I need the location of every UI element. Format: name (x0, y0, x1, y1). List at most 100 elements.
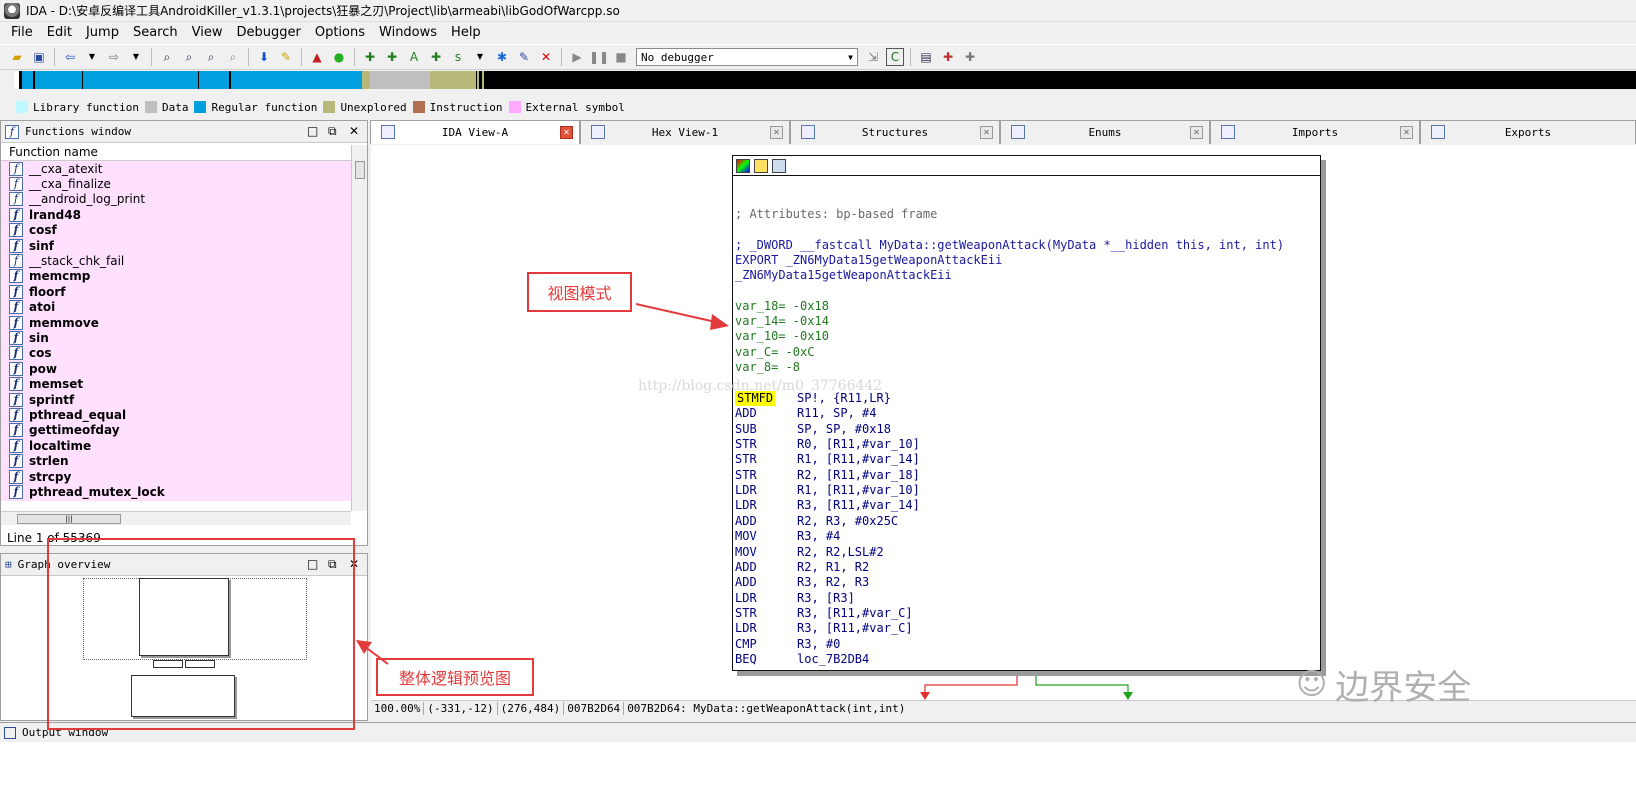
add-breakpoint-icon[interactable]: ✚ (939, 48, 957, 66)
stop-icon[interactable]: ■ (612, 48, 630, 66)
instruction-operands[interactable]: SP, SP, #0x18 (797, 422, 891, 437)
create-array-icon[interactable]: ✚ (427, 48, 445, 66)
breakpoints-icon[interactable]: ▤ (917, 48, 935, 66)
instruction-operands[interactable]: R3, [R11,#var_C] (797, 606, 913, 621)
instruction-mnemonic[interactable]: BEQ (735, 652, 757, 667)
create-struct-icon[interactable]: ✚ (383, 48, 401, 66)
close-icon[interactable]: ✕ (560, 126, 573, 139)
close-icon[interactable]: ✕ (770, 126, 783, 139)
instruction-operands[interactable]: loc_7B2DB4 (797, 652, 869, 667)
menu-options[interactable]: Options (315, 25, 365, 40)
navigation-band[interactable] (14, 71, 1636, 89)
back-icon[interactable]: ⇦ (61, 48, 79, 66)
menu-view[interactable]: View (192, 25, 223, 40)
function-list-item[interactable]: f pthread_mutex_lock (1, 484, 351, 499)
instruction-operands[interactable]: R0, [R11,#var_10] (797, 437, 920, 452)
function-list-item[interactable]: f floorf (1, 284, 351, 299)
tab-enums[interactable]: Enums ✕ (1000, 120, 1210, 144)
function-list-item[interactable]: f sin (1, 330, 351, 345)
instruction-mnemonic[interactable]: LDR (735, 621, 757, 636)
instruction-mnemonic[interactable]: STR (735, 606, 757, 621)
function-list-item[interactable]: f localtime (1, 438, 351, 453)
instruction-operands[interactable]: R3, [R11,#var_14] (797, 498, 920, 513)
function-list-item[interactable]: f atoi (1, 300, 351, 315)
instruction-mnemonic[interactable]: CMP (735, 637, 757, 652)
save-icon[interactable]: ▣ (30, 48, 48, 66)
search-next-icon[interactable]: ⌕ (224, 48, 242, 66)
open-icon[interactable]: ▰ (8, 48, 26, 66)
instruction-mnemonic[interactable]: LDR (735, 591, 757, 606)
functions-column-header[interactable]: Function name (1, 143, 351, 161)
close-icon[interactable]: ✕ (1190, 126, 1203, 139)
function-list-item[interactable]: f strlen (1, 453, 351, 469)
forward-dropdown-icon[interactable]: ▼ (127, 48, 145, 66)
instruction-operands[interactable]: R1, [R11,#var_14] (797, 452, 920, 467)
function-list-item[interactable]: f __cxa_finalize (1, 176, 351, 192)
function-list-item[interactable]: f memmove (1, 315, 351, 330)
maximize-icon[interactable]: □ (307, 124, 318, 138)
tab-imports[interactable]: Imports ✕ (1210, 120, 1420, 144)
tab-exports[interactable]: Exports (1420, 120, 1636, 144)
plugin-icon[interactable]: ✱ (493, 48, 511, 66)
function-list-item[interactable]: f sinf (1, 238, 351, 253)
function-list-item[interactable]: f gettimeofday (1, 423, 351, 438)
function-list-item[interactable]: f strcpy (1, 469, 351, 484)
instruction-mnemonic[interactable]: ADD (735, 575, 757, 590)
function-list-item[interactable]: f __cxa_atexit (1, 161, 351, 176)
instruction-mnemonic[interactable]: LDR (735, 483, 757, 498)
instruction-mnemonic[interactable]: LDR (735, 498, 757, 513)
close-icon[interactable]: ✕ (980, 126, 993, 139)
back-dropdown-icon[interactable]: ▼ (83, 48, 101, 66)
menu-debugger[interactable]: Debugger (236, 25, 300, 40)
create-function-icon[interactable]: ✚ (361, 48, 379, 66)
instruction-operands[interactable]: R2, [R11,#var_18] (797, 468, 920, 483)
menu-windows[interactable]: Windows (379, 25, 437, 40)
functions-list[interactable]: f __cxa_atexit f __cxa_finalize f __android_l… (1, 161, 351, 501)
create-data-icon[interactable]: s (449, 48, 467, 66)
tab-hex-view-1[interactable]: Hex View-1 ✕ (580, 120, 790, 144)
data-dropdown-icon[interactable]: ▼ (471, 48, 489, 66)
tab-structures[interactable]: Structures ✕ (790, 120, 1000, 144)
edit-icon[interactable]: ✎ (515, 48, 533, 66)
function-list-item[interactable]: f sprintf (1, 392, 351, 407)
menu-edit[interactable]: Edit (47, 25, 72, 40)
function-list-item[interactable]: f pow (1, 361, 351, 376)
jump-down-icon[interactable]: ⬇ (255, 48, 273, 66)
close-icon[interactable]: ✕ (349, 124, 359, 138)
menu-help[interactable]: Help (451, 25, 481, 40)
functions-horizontal-scrollbar[interactable]: ||| (1, 511, 351, 525)
step-icon[interactable]: ⇲ (864, 48, 882, 66)
forward-icon[interactable]: ⇨ (105, 48, 123, 66)
create-string-icon[interactable]: A (405, 48, 423, 66)
search-text-icon[interactable]: ⌕ (180, 48, 198, 66)
instruction-operands[interactable]: R3, #4 (797, 529, 840, 544)
instruction-operands[interactable]: R1, [R11,#var_10] (797, 483, 920, 498)
instruction-mnemonic[interactable]: ADD (735, 560, 757, 575)
instruction-operands[interactable]: SP!, {R11,LR} (797, 391, 891, 406)
function-list-item[interactable]: f memset (1, 376, 351, 392)
function-list-item[interactable]: f lrand48 (1, 207, 351, 222)
instruction-mnemonic[interactable]: MOV (735, 545, 757, 560)
instruction-operands[interactable]: R3, #0 (797, 637, 840, 652)
instruction-mnemonic[interactable]: STMFD (735, 391, 776, 406)
debugger-select[interactable]: No debugger ▼ (636, 48, 858, 66)
menu-jump[interactable]: Jump (86, 25, 119, 40)
function-list-item[interactable]: f pthread_equal (1, 407, 351, 422)
remove-breakpoint-icon[interactable]: ✚ (961, 48, 979, 66)
instruction-mnemonic[interactable]: STR (735, 452, 757, 467)
menu-file[interactable]: File (11, 25, 33, 40)
run-script-icon[interactable]: ● (330, 48, 348, 66)
tab-ida-view-a[interactable]: IDA View-A ✕ (370, 120, 580, 144)
instruction-operands[interactable]: R3, [R11,#var_C] (797, 621, 913, 636)
function-list-item[interactable]: f __stack_chk_fail (1, 253, 351, 269)
instruction-mnemonic[interactable]: ADD (735, 514, 757, 529)
function-list-item[interactable]: f memcmp (1, 269, 351, 284)
search-immediate-icon[interactable]: ⌕ (202, 48, 220, 66)
play-icon[interactable]: ▶ (568, 48, 586, 66)
instruction-operands[interactable]: R3, R2, R3 (797, 575, 869, 590)
instruction-mnemonic[interactable]: ADD (735, 406, 757, 421)
menu-search[interactable]: Search (133, 25, 178, 40)
function-list-item[interactable]: f cos (1, 346, 351, 361)
graph-layout-icon[interactable] (772, 158, 786, 173)
instruction-mnemonic[interactable]: STR (735, 468, 757, 483)
